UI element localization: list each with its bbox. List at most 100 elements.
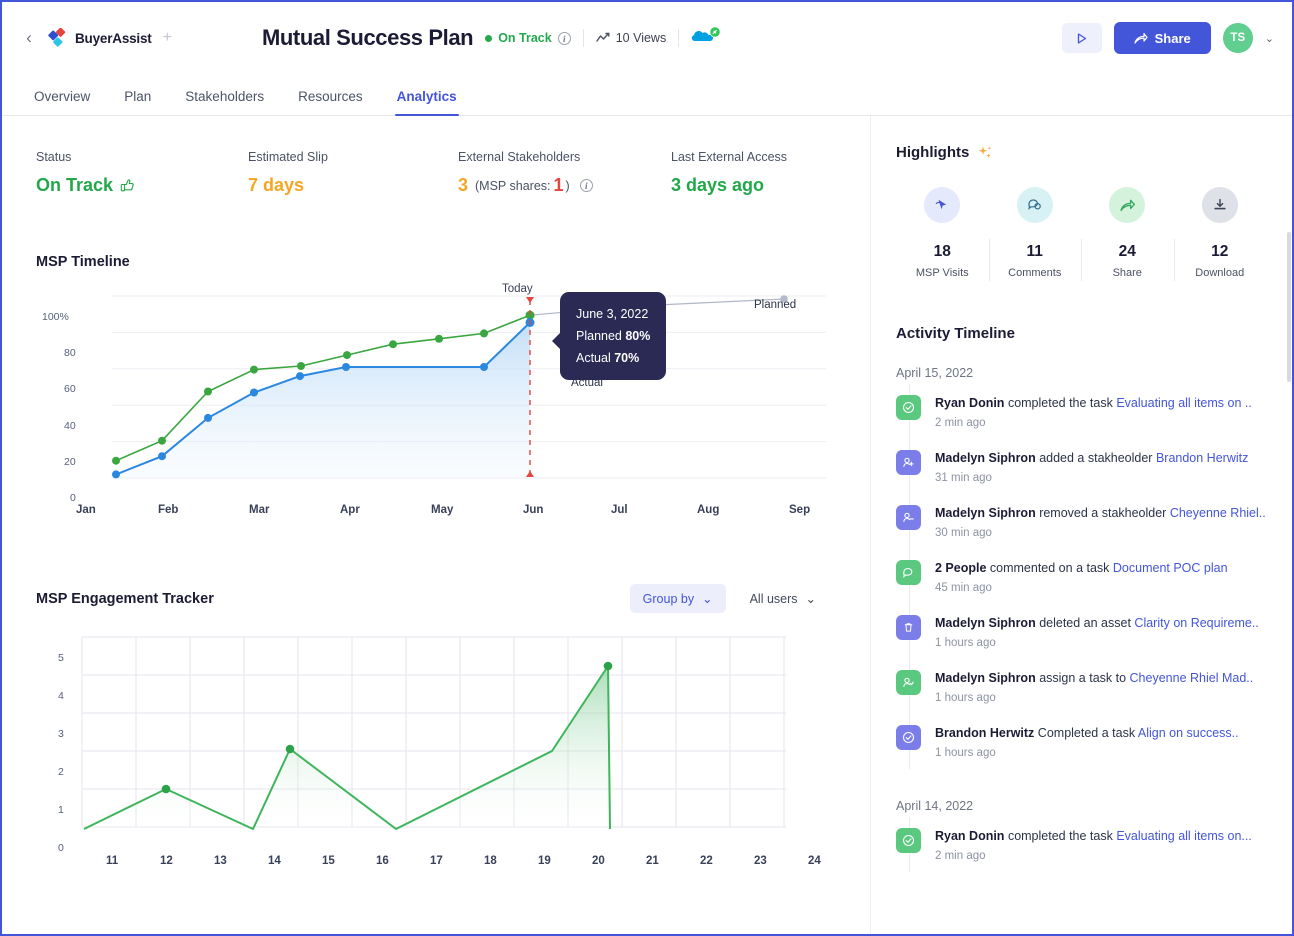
eng-x-tick-11: 11: [106, 855, 119, 867]
activity-link[interactable]: Document POC plan: [1113, 561, 1228, 575]
activity-actor: Ryan Donin: [935, 396, 1005, 410]
activity-item[interactable]: Brandon Herwitz Completed a task Align o…: [896, 714, 1266, 769]
activity-actor: Brandon Herwitz: [935, 726, 1035, 740]
eng-x-tick-13: 13: [214, 855, 227, 867]
actual-area-fill: [116, 322, 530, 478]
activity-link[interactable]: Clarity on Requireme..: [1134, 616, 1258, 630]
brand-name: BuyerAssist: [75, 30, 152, 46]
tooltip-actual-row: Actual 70%: [576, 347, 650, 369]
salesforce-link-icon[interactable]: [691, 26, 721, 50]
activity-text: Madelyn Siphron assign a task to Cheyenn…: [935, 670, 1253, 687]
y-tick-60: 60: [64, 383, 76, 395]
main-tabs: Overview Plan Stakeholders Resources Ana…: [2, 74, 1292, 116]
highlight-value: 24: [1118, 243, 1136, 260]
account-chevron-down-icon[interactable]: ⌄: [1265, 32, 1274, 45]
highlight-comments: 11 Comments: [988, 187, 1082, 281]
views-counter[interactable]: 10 Views: [596, 31, 667, 45]
kpi-label: Last External Access: [671, 150, 788, 164]
eng-x-tick-17: 17: [430, 855, 443, 867]
highlight-label: Share: [1112, 267, 1142, 279]
share-button[interactable]: Share: [1113, 22, 1211, 54]
present-button[interactable]: [1061, 23, 1102, 53]
msp-timeline-section: MSP Timeline 100% 80 60 40 20 0 Jan Feb …: [36, 254, 870, 524]
activity-time: 30 min ago: [935, 527, 992, 539]
status-dot-icon: [485, 34, 493, 42]
kpi-status: Status On Track: [36, 150, 248, 196]
tooltip-planned-label: Planned: [576, 329, 622, 343]
kpi-value: 7 days: [248, 175, 305, 195]
cursor-click-icon: [924, 187, 961, 223]
eng-y-tick-4: 4: [58, 690, 64, 702]
scrollbar-thumb[interactable]: [1287, 232, 1291, 382]
engagement-area-fill: [84, 666, 610, 829]
kpi-sub-suffix: ): [565, 178, 570, 193]
eng-y-tick-5: 5: [58, 652, 64, 664]
activity-actor: Madelyn Siphron: [935, 616, 1036, 630]
eng-x-tick-22: 22: [700, 855, 713, 867]
activity-item[interactable]: Ryan Donin completed the task Evaluating…: [896, 817, 1266, 872]
activity-actor: 2 People: [935, 561, 987, 575]
activity-link[interactable]: Align on success..: [1138, 726, 1239, 740]
activity-actor: Madelyn Siphron: [935, 451, 1036, 465]
user-assign-icon: [896, 670, 921, 695]
x-tick-mar: Mar: [249, 504, 270, 516]
eng-x-tick-15: 15: [322, 855, 335, 867]
divider: [582, 29, 584, 47]
group-by-dropdown[interactable]: Group by ⌄: [629, 584, 726, 613]
activity-actor: Madelyn Siphron: [935, 506, 1036, 520]
activity-time: 45 min ago: [935, 582, 992, 594]
activity-link[interactable]: Evaluating all items on ..: [1116, 396, 1252, 410]
y-tick-100: 100%: [42, 311, 69, 323]
activity-item[interactable]: Madelyn Siphron added a stakheolder Bran…: [896, 439, 1266, 494]
views-label: 10 Views: [615, 31, 667, 45]
page-body: Status On Track Estimated Slip 7 days Ex…: [2, 116, 1292, 934]
activity-link[interactable]: Cheyenne Rhiel Mad..: [1130, 671, 1254, 685]
activity-item[interactable]: 2 People commented on a task Document PO…: [896, 549, 1266, 604]
activity-item[interactable]: Madelyn Siphron assign a task to Cheyenn…: [896, 659, 1266, 714]
avatar[interactable]: TS: [1222, 23, 1253, 53]
buyerassist-logo-icon: [48, 27, 68, 48]
tab-plan[interactable]: Plan: [124, 89, 151, 115]
comment-icon: [1016, 187, 1053, 223]
activity-link[interactable]: Cheyenne Rhiel..: [1170, 506, 1266, 520]
tab-analytics[interactable]: Analytics: [394, 89, 459, 116]
activity-text: Ryan Donin completed the task Evaluating…: [935, 395, 1252, 412]
brand-logo-group[interactable]: BuyerAssist +: [48, 27, 172, 48]
x-tick-sep: Sep: [789, 504, 811, 516]
activity-link[interactable]: Brandon Herwitz: [1156, 451, 1248, 465]
eng-x-tick-12: 12: [160, 855, 173, 867]
add-brand-icon[interactable]: +: [163, 29, 172, 47]
activity-text: Madelyn Siphron deleted an asset Clarity…: [935, 615, 1259, 632]
activity-text: 2 People commented on a task Document PO…: [935, 560, 1228, 577]
all-users-dropdown[interactable]: All users ⌄: [744, 584, 822, 613]
kpi-sub-prefix: (MSP shares:: [475, 178, 551, 193]
kpi-label: External Stakeholders: [458, 150, 581, 164]
status-info-icon[interactable]: i: [557, 31, 571, 45]
msp-engagement-title: MSP Engagement Tracker: [36, 590, 214, 607]
x-tick-jan: Jan: [76, 504, 96, 516]
chevron-down-icon: ⌄: [805, 592, 816, 606]
stakeholders-info-icon[interactable]: i: [579, 179, 593, 192]
msp-timeline-chart[interactable]: 100% 80 60 40 20 0 Jan Feb Mar Apr May J…: [36, 283, 870, 524]
avatar-initials: TS: [1230, 32, 1246, 44]
divider: [678, 29, 680, 47]
activity-item[interactable]: Madelyn Siphron removed a stakheolder Ch…: [896, 494, 1266, 549]
highlights-grid: 18 MSP Visits 11 Comments 24 Share 12 Do…: [896, 187, 1266, 281]
activity-item[interactable]: Ryan Donin completed the task Evaluating…: [896, 384, 1266, 439]
back-icon[interactable]: ‹: [20, 29, 38, 47]
tab-resources[interactable]: Resources: [298, 89, 363, 115]
activity-text: Brandon Herwitz Completed a task Align o…: [935, 725, 1239, 742]
msp-timeline-title: MSP Timeline: [36, 254, 130, 270]
activity-link[interactable]: Evaluating all items on...: [1116, 829, 1252, 843]
kpi-external-stakeholders: External Stakeholders 3 (MSP shares: 1 )…: [458, 150, 671, 196]
activity-time: 31 min ago: [935, 472, 992, 484]
activity-timeline-title: Activity Timeline: [896, 325, 1015, 342]
y-tick-40: 40: [64, 420, 76, 432]
download-icon: [1201, 187, 1238, 223]
activity-item[interactable]: Madelyn Siphron deleted an asset Clarity…: [896, 604, 1266, 659]
kpi-last-external-access: Last External Access 3 days ago: [671, 150, 787, 196]
msp-engagement-chart[interactable]: 5 4 3 2 1 0 11 12 13 14 15 16 17 18 19 2…: [36, 627, 870, 867]
tab-stakeholders[interactable]: Stakeholders: [185, 89, 264, 115]
activity-action: deleted an asset: [1039, 616, 1131, 630]
tab-overview[interactable]: Overview: [34, 89, 90, 115]
